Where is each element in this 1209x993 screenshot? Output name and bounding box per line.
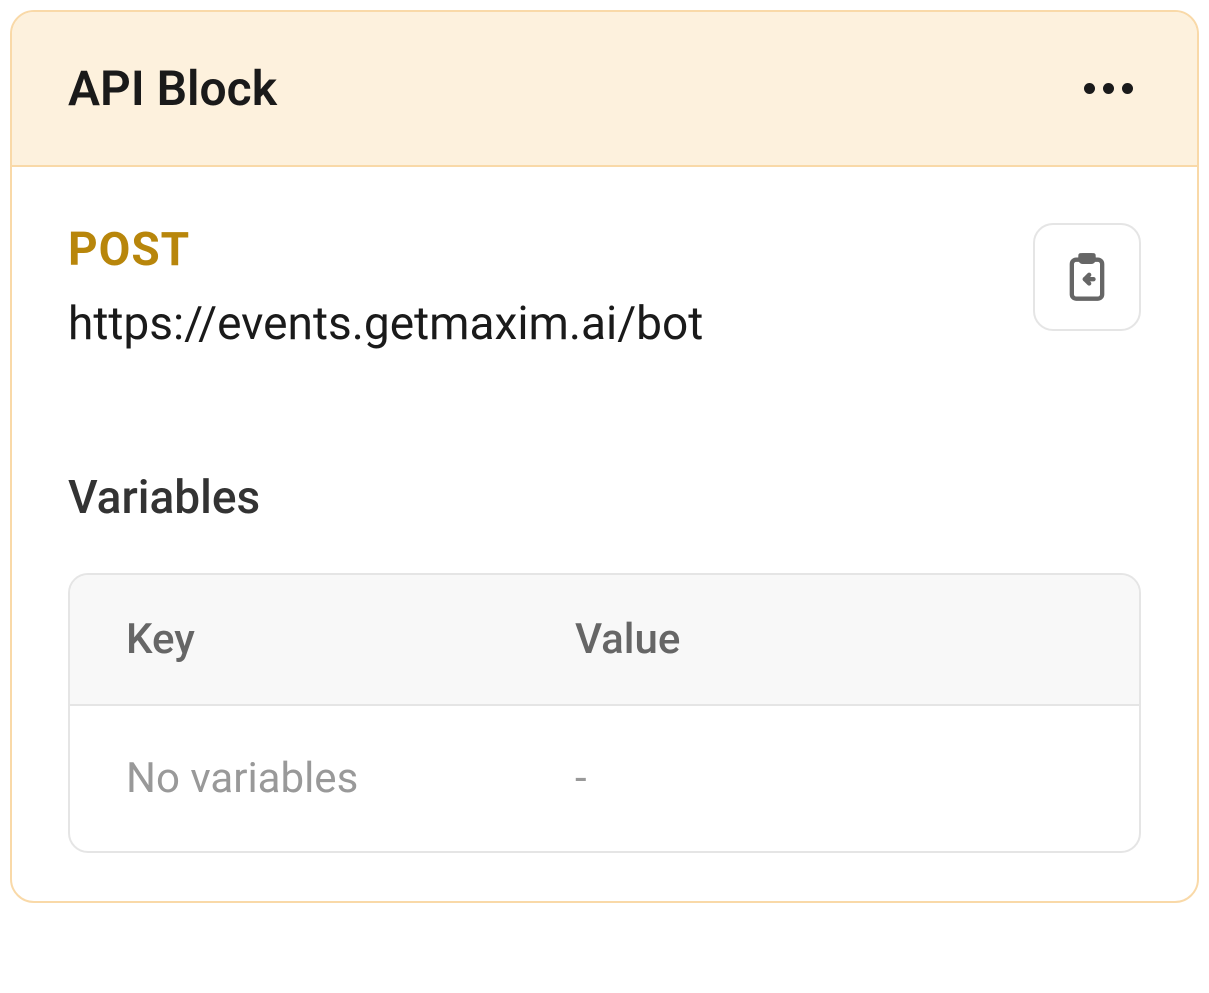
import-button[interactable] bbox=[1033, 223, 1141, 331]
table-header: Key Value bbox=[70, 575, 1139, 706]
table-row: No variables - bbox=[70, 706, 1139, 851]
more-icon bbox=[1103, 83, 1114, 94]
empty-key-cell: No variables bbox=[70, 706, 519, 851]
api-block-card: API Block POST https://events.getmaxim.a… bbox=[10, 10, 1199, 903]
request-row: POST https://events.getmaxim.ai/bot bbox=[68, 223, 1141, 351]
request-url: https://events.getmaxim.ai/bot bbox=[68, 297, 703, 351]
variables-section: Variables Key Value No variables - bbox=[68, 471, 1141, 853]
card-header: API Block bbox=[12, 12, 1197, 167]
column-header-value: Value bbox=[519, 575, 1139, 704]
variables-title: Variables bbox=[68, 471, 1141, 525]
more-options-button[interactable] bbox=[1076, 75, 1141, 102]
http-method: POST bbox=[68, 223, 703, 277]
more-icon bbox=[1084, 83, 1095, 94]
column-header-key: Key bbox=[70, 575, 519, 704]
more-icon bbox=[1122, 83, 1133, 94]
card-body: POST https://events.getmaxim.ai/bot Vari… bbox=[12, 167, 1197, 901]
request-info: POST https://events.getmaxim.ai/bot bbox=[68, 223, 703, 351]
empty-value-cell: - bbox=[519, 706, 1139, 851]
card-title: API Block bbox=[68, 60, 277, 117]
clipboard-import-icon bbox=[1061, 251, 1113, 303]
variables-table: Key Value No variables - bbox=[68, 573, 1141, 853]
